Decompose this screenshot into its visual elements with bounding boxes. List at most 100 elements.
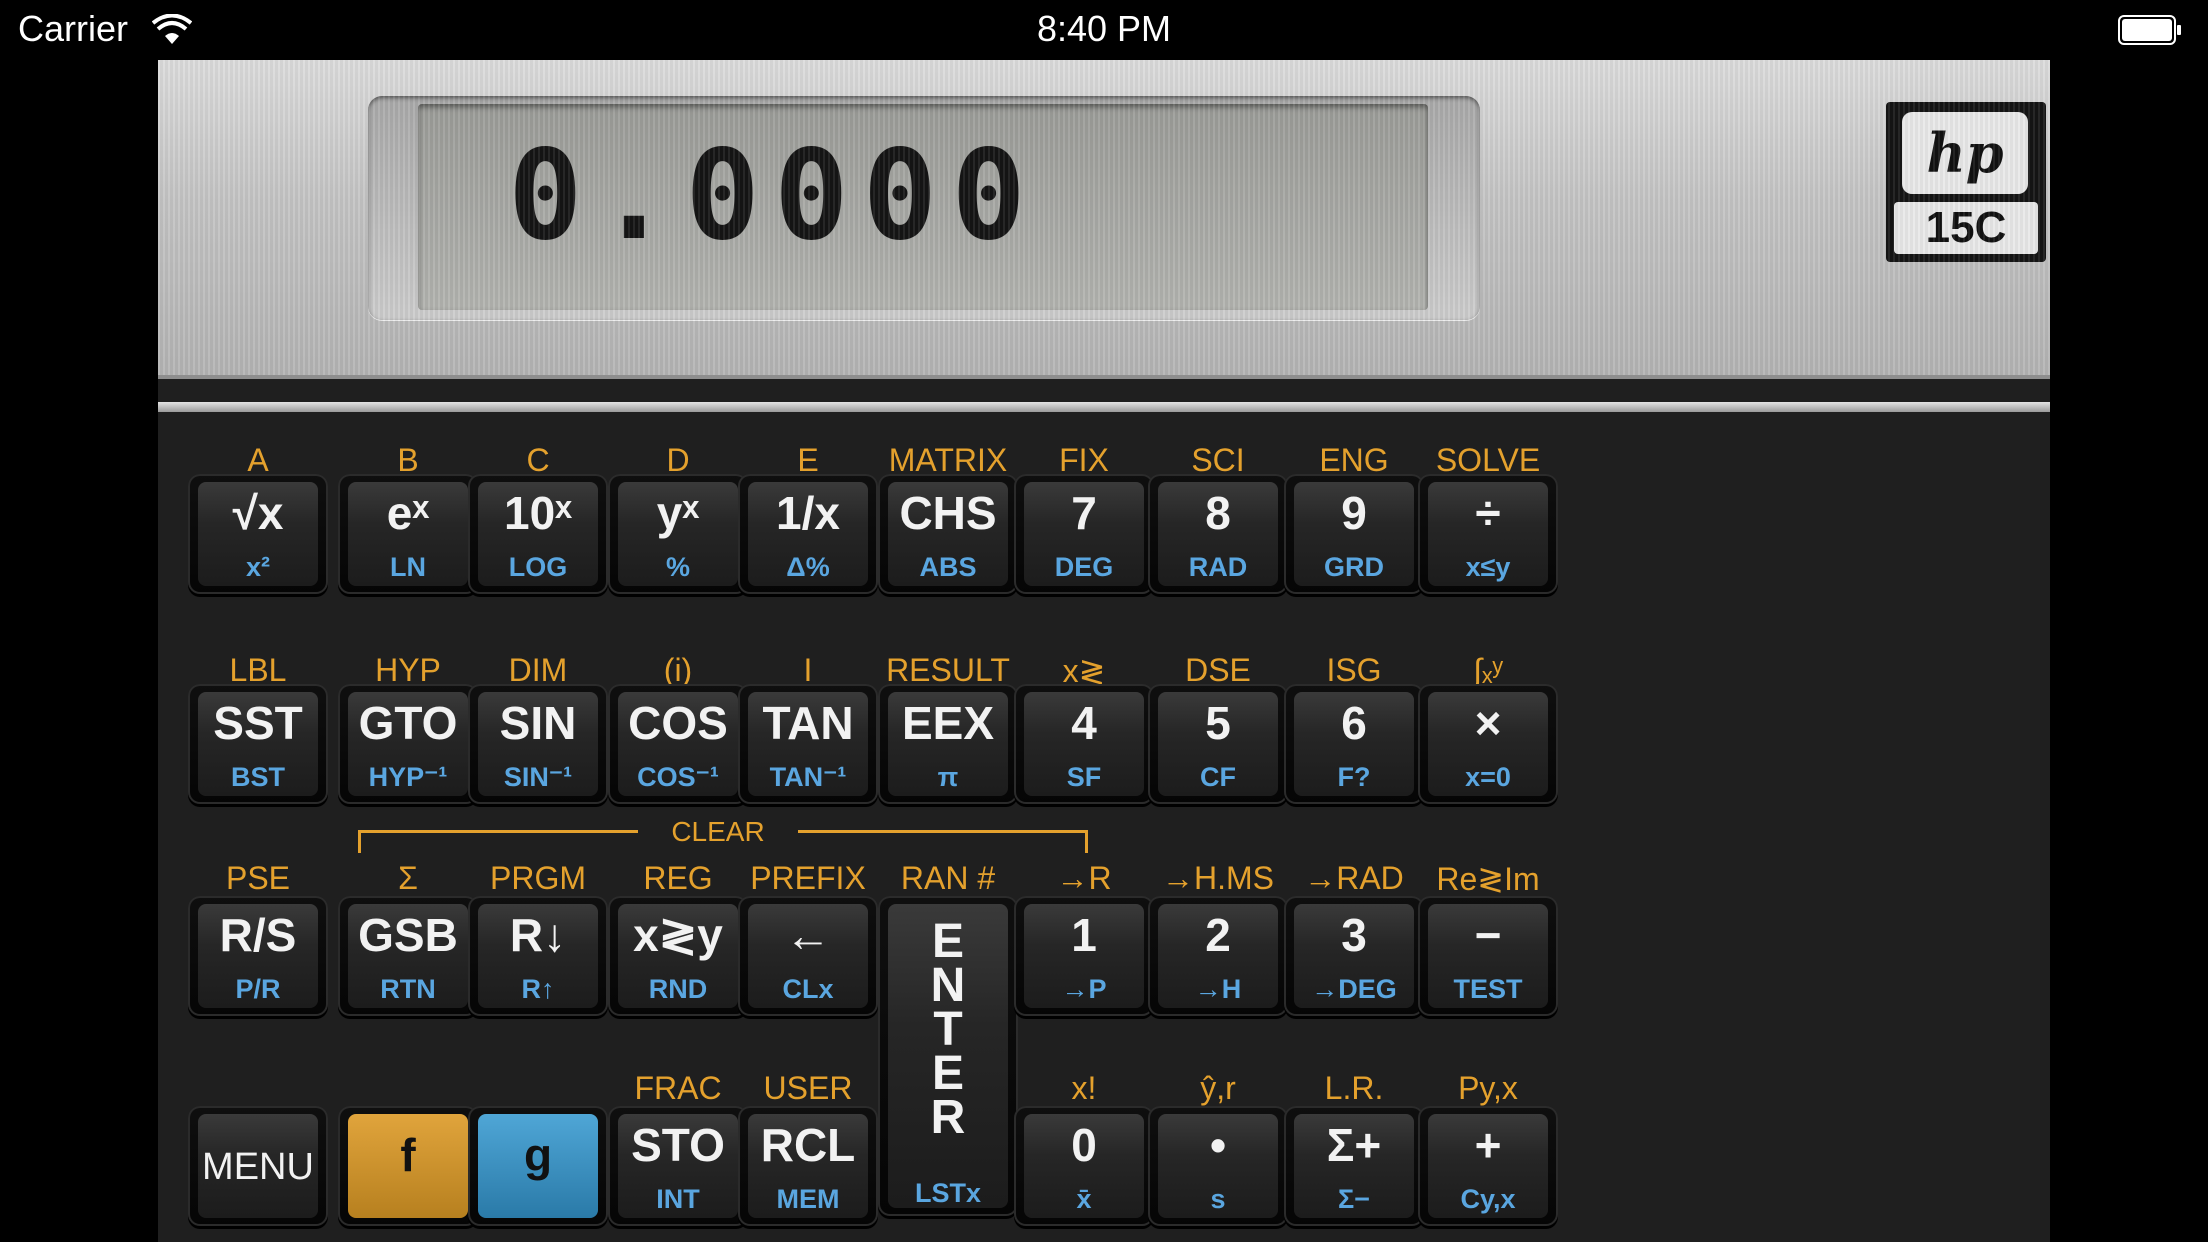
key-g-label: GRD: [1324, 552, 1384, 582]
key-main-label: CHS: [899, 487, 997, 539]
key-main-label: ÷: [1475, 487, 1501, 539]
key-main-label: EEX: [901, 697, 995, 749]
key-enter-button[interactable]: E N T E R LSTx: [878, 896, 1018, 1216]
key-g-label: TEST: [1453, 974, 1523, 1004]
key-main-label: ←: [785, 909, 831, 961]
status-bar: Carrier 8:40 PM: [0, 0, 2208, 60]
key-8-button[interactable]: 8 RAD: [1148, 474, 1288, 594]
key-g-label: Cy,x: [1460, 1184, 1516, 1214]
key-roll-down-button[interactable]: R↓ R↑: [468, 896, 608, 1016]
key-gto-button[interactable]: GTO HYP⁻¹: [338, 684, 478, 804]
battery-icon: [2118, 15, 2181, 45]
key-main-label: 8: [1205, 487, 1231, 539]
key-g-label: TAN⁻¹: [769, 762, 847, 792]
hp-logo: hp 15C: [1886, 102, 2046, 262]
key-g-label: LN: [390, 552, 426, 582]
key-rcl-button[interactable]: RCL MEM: [738, 1106, 878, 1226]
key-divide-button[interactable]: ÷ x≤y: [1418, 474, 1558, 594]
key-cos-button[interactable]: COS COS⁻¹: [608, 684, 748, 804]
key-sst-button[interactable]: SST BST: [188, 684, 328, 804]
key-multiply-button[interactable]: × x=0: [1418, 684, 1558, 804]
key-g-label: BST: [231, 762, 285, 792]
key-1-button[interactable]: 1 →P: [1014, 896, 1154, 1016]
key-backspace-button[interactable]: ← CLx: [738, 896, 878, 1016]
key-r-s-button[interactable]: R/S P/R: [188, 896, 328, 1016]
key-g-label: x²: [245, 552, 270, 582]
trim-strip: [158, 402, 2050, 412]
key-main-label: 7: [1071, 487, 1097, 539]
key-main-label: f: [400, 1129, 416, 1181]
key-menu-button[interactable]: MENU: [188, 1106, 328, 1226]
key-g-label: x=0: [1465, 762, 1511, 792]
logo-brand: hp: [1902, 112, 2028, 194]
key-g-label: RTN: [380, 974, 436, 1004]
key-main-label: 6: [1341, 697, 1367, 749]
f-label-key: Re≷Im: [1436, 861, 1540, 897]
key-main-label: yˣ: [656, 487, 700, 539]
key-g-label: →DEG: [1311, 974, 1397, 1004]
key-7-button[interactable]: 7 DEG: [1014, 474, 1154, 594]
key-main-label: −: [1474, 909, 1502, 961]
key-2-button[interactable]: 2 →H: [1148, 896, 1288, 1016]
key-4-button[interactable]: 4 SF: [1014, 684, 1154, 804]
key-main-label: SST: [213, 697, 303, 749]
key-main-label: 1/x: [776, 487, 840, 539]
logo-model: 15C: [1894, 202, 2038, 254]
key-main-label: SIN: [499, 697, 577, 749]
key-g-button[interactable]: g: [468, 1106, 608, 1226]
display-bezel: 0.0000: [368, 96, 1480, 320]
key-g-label: %: [665, 552, 690, 582]
key-g-label: x̄: [1076, 1184, 1092, 1214]
key-y-power-button[interactable]: yˣ%: [608, 474, 748, 594]
key-g-label: CF: [1200, 762, 1236, 792]
key-9-button[interactable]: 9 GRD: [1284, 474, 1424, 594]
key-g-label: MEM: [776, 1184, 840, 1214]
key-main-label: ×: [1474, 697, 1502, 749]
key-sqrt-button[interactable]: √x x²: [188, 474, 328, 594]
key-5-button[interactable]: 5 CF: [1148, 684, 1288, 804]
key-add-button[interactable]: + Cy,x: [1418, 1106, 1558, 1226]
key-ten-power-button[interactable]: 10ˣ LOG: [468, 474, 608, 594]
key-decimal-button[interactable]: • s: [1148, 1106, 1288, 1226]
key-swap-button[interactable]: x≷y RND: [608, 896, 748, 1016]
key-main-label: g: [523, 1129, 553, 1181]
key-main-label: 4: [1071, 697, 1097, 749]
key-main-label: 3: [1341, 909, 1367, 961]
key-main-label: √x: [232, 487, 284, 539]
key-g-label: π: [937, 762, 959, 792]
key-main-label: TAN: [762, 697, 854, 749]
clear-label: CLEAR: [638, 816, 798, 848]
key-g-label: DEG: [1054, 552, 1114, 582]
key-main-label: Σ+: [1326, 1119, 1382, 1171]
key-main-label: E N T E R: [930, 915, 966, 1144]
key-g-label: COS⁻¹: [637, 762, 719, 792]
key-main-label: 2: [1205, 909, 1231, 961]
key-g-label: RND: [648, 974, 708, 1004]
key-tan-button[interactable]: TAN TAN⁻¹: [738, 684, 878, 804]
key-main-label: R/S: [219, 909, 297, 961]
key-g-label: RAD: [1188, 552, 1248, 582]
key-g-label: SIN⁻¹: [503, 762, 573, 792]
key-f-button[interactable]: f: [338, 1106, 478, 1226]
key-sto-button[interactable]: STO INT: [608, 1106, 748, 1226]
key-sin-button[interactable]: SIN SIN⁻¹: [468, 684, 608, 804]
key-sigma-plus-button[interactable]: Σ+ Σ−: [1284, 1106, 1424, 1226]
key-6-button[interactable]: 6 F?: [1284, 684, 1424, 804]
key-subtract-button[interactable]: − TEST: [1418, 896, 1558, 1016]
key-chs-button[interactable]: CHS ABS: [878, 474, 1018, 594]
key-main-label: •: [1209, 1119, 1227, 1171]
key-g-label: R↑: [521, 974, 555, 1004]
key-reciprocal-button[interactable]: 1/x Δ%: [738, 474, 878, 594]
key-g-label: LOG: [508, 552, 568, 582]
key-main-label: STO: [631, 1119, 725, 1171]
key-exp-button[interactable]: eˣ LN: [338, 474, 478, 594]
key-eex-button[interactable]: EEX π: [878, 684, 1018, 804]
display-panel: 0.0000 hp 15C: [158, 60, 2050, 379]
key-main-label: GSB: [358, 909, 458, 961]
key-3-button[interactable]: 3 →DEG: [1284, 896, 1424, 1016]
key-0-button[interactable]: 0 x̄: [1014, 1106, 1154, 1226]
key-g-label: LSTx: [914, 1178, 981, 1208]
key-g-label: Δ%: [786, 552, 830, 582]
key-gsb-button[interactable]: GSB RTN: [338, 896, 478, 1016]
key-main-label: eˣ: [386, 487, 430, 539]
